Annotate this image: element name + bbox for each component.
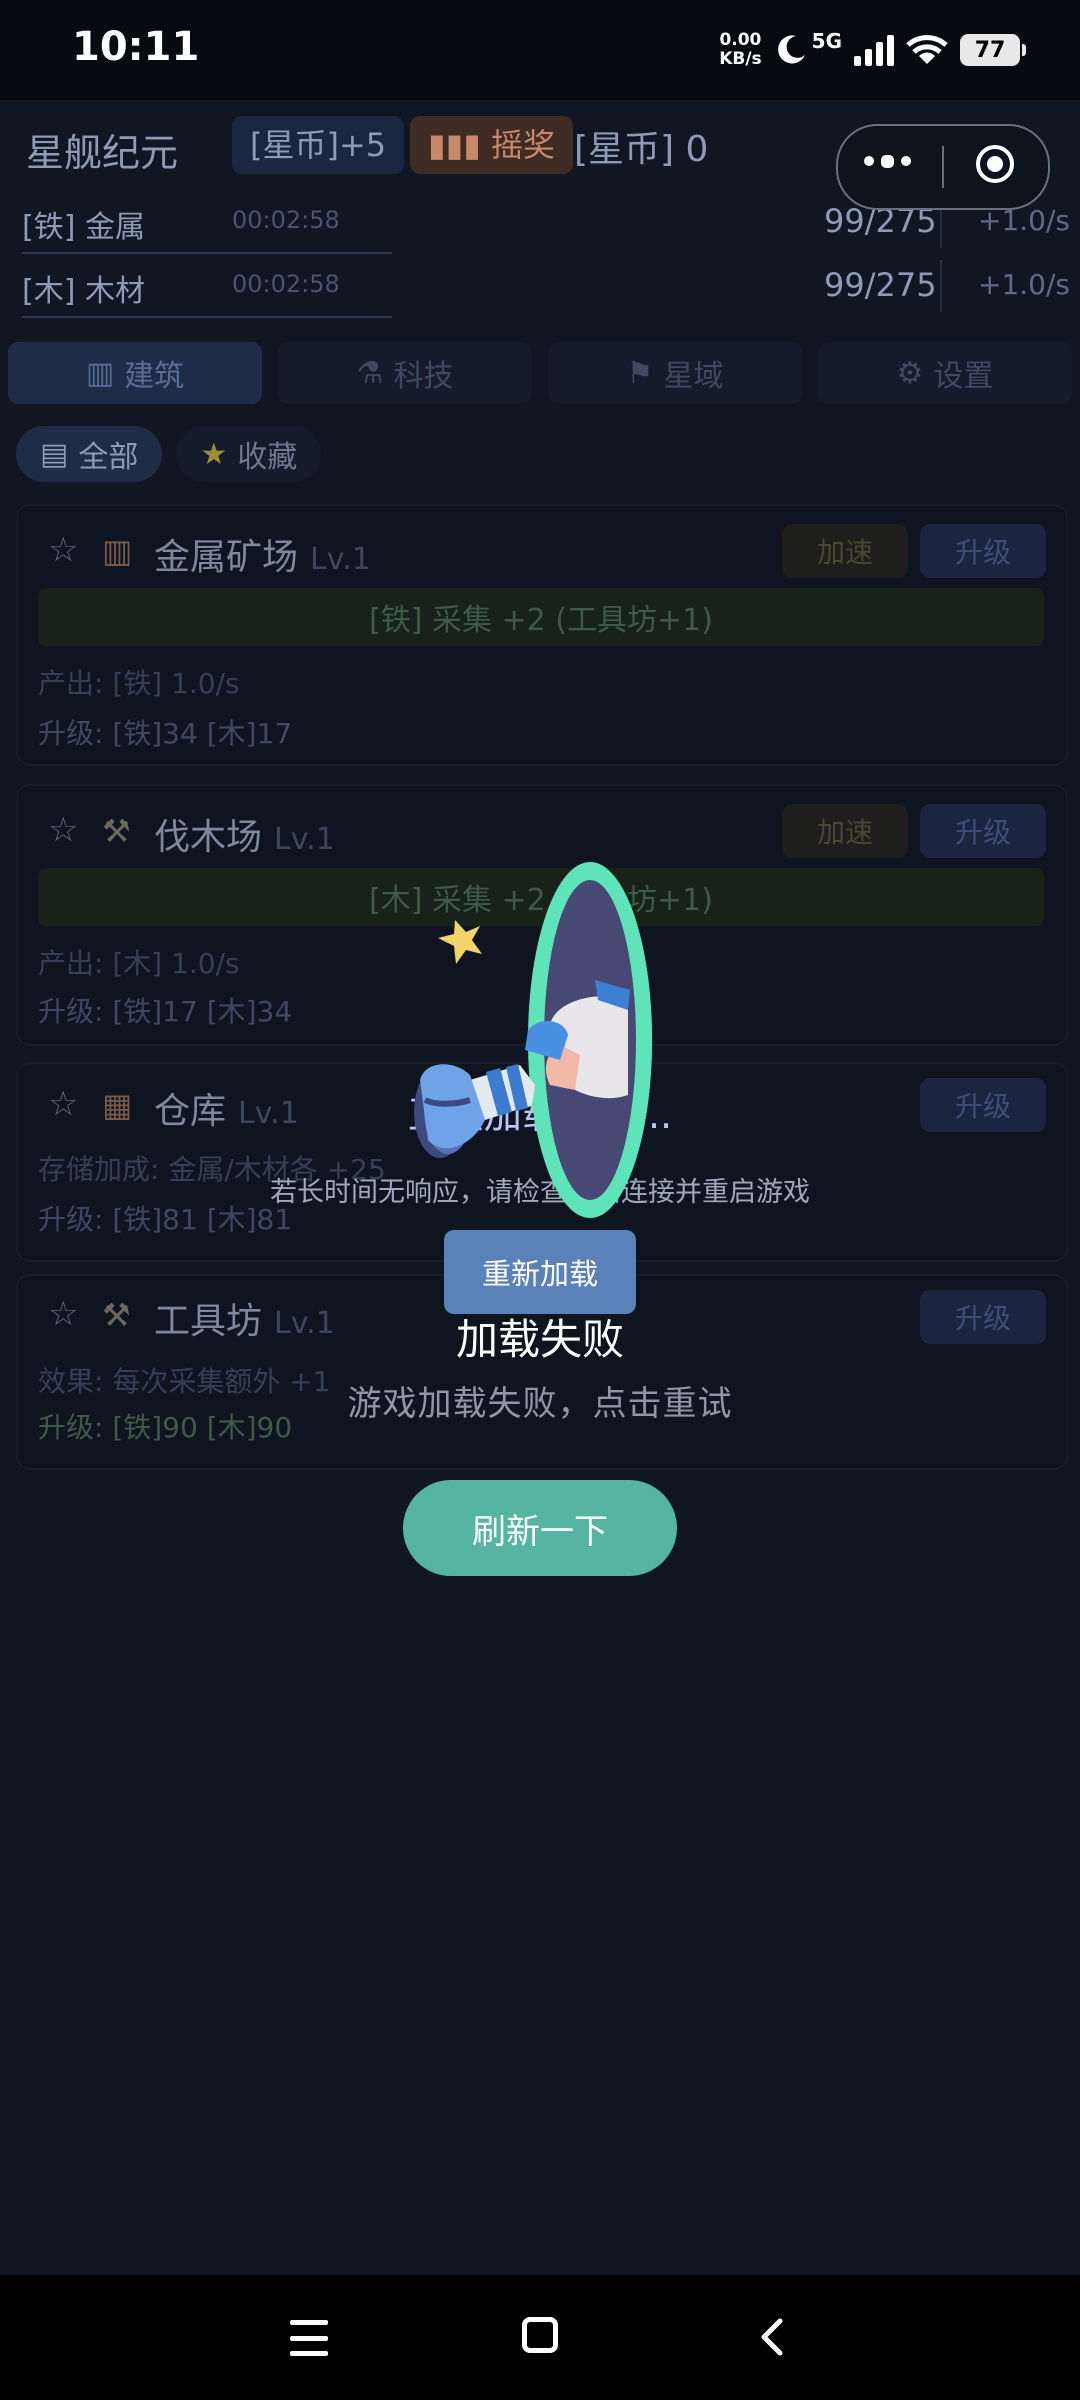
building-output: 产出: [铁] 1.0/s — [38, 667, 240, 700]
gear-icon: ⚙ — [896, 355, 924, 391]
building-upgrade-cost: 升级: [铁]34 [木]17 — [38, 717, 293, 750]
tab-label: 星域 — [663, 359, 724, 394]
building-upgrade-cost: 升级: [铁]17 [木]34 — [38, 995, 293, 1028]
filter-favorites[interactable]: ★ 收藏 — [176, 426, 322, 482]
tab-settings[interactable]: ⚙ 设置 — [818, 342, 1072, 404]
back-icon[interactable] — [756, 2317, 786, 2357]
refresh-button[interactable]: 刷新一下 — [403, 1480, 677, 1576]
building-name-text: 金属矿场 — [154, 537, 299, 578]
mini-program-capsule — [836, 124, 1050, 210]
building-output: 产出: [木] 1.0/s — [38, 947, 240, 980]
coin-chip[interactable]: [星币]+5 — [232, 116, 405, 174]
flask-icon: ⚗ — [356, 355, 384, 391]
tab-label: 科技 — [393, 359, 454, 394]
net-speed: 0.00 KB/s — [719, 31, 761, 69]
building-name: 金属矿场 Lv.1 — [154, 528, 371, 580]
wifi-icon — [906, 35, 948, 64]
building-card-metal-mine: ☆ ▥ 金属矿场 Lv.1 加速 升级 [铁] 采集 +2 (工具坊+1) 产出:… — [16, 504, 1068, 766]
speed-up-button[interactable]: 加速 — [782, 524, 908, 578]
close-target-icon[interactable] — [976, 145, 1014, 183]
lottery-button[interactable]: ▮▮▮ 摇奖 — [410, 116, 574, 174]
system-nav-bar — [0, 2275, 1080, 2400]
resource-timer: 00:02:58 — [232, 206, 340, 234]
collect-button[interactable]: [铁] 采集 +2 (工具坊+1) — [38, 588, 1044, 646]
building-name-text: 伐木场 — [154, 817, 263, 858]
error-title: 加载失败 — [455, 1315, 624, 1364]
filter-label: 全部 — [78, 440, 139, 475]
status-time: 10:11 — [72, 24, 200, 70]
portal-illustration — [414, 862, 652, 1218]
axe-icon: ⚒ — [102, 812, 131, 850]
filter-bar: ▤ 全部 ★ 收藏 — [16, 426, 322, 482]
clipboard-icon: ▤ — [40, 436, 69, 472]
building-level: Lv.1 — [310, 542, 371, 577]
tab-star-domain[interactable]: ⚑ 星域 — [548, 342, 802, 404]
capsule-divider — [942, 146, 944, 188]
favorite-star-icon[interactable]: ☆ — [48, 810, 78, 850]
more-icon[interactable] — [864, 155, 911, 168]
upgrade-button[interactable]: 升级 — [920, 524, 1046, 578]
resource-timer: 00:02:58 — [232, 270, 340, 298]
signal-icon — [854, 34, 894, 66]
resource-name: [木] 木材 — [22, 274, 145, 309]
network-type: 5G — [811, 29, 842, 53]
coin-balance: [星币] 0 — [574, 129, 709, 170]
battery-icon: 77 — [960, 34, 1026, 66]
resource-underline — [22, 252, 392, 254]
resource-divider — [940, 260, 942, 312]
error-description: 游戏加载失败，点击重试 — [347, 1384, 733, 1424]
resource-row-wood: [木] 木材 00:02:58 99/275 +1.0/s — [0, 256, 1080, 318]
game-title: 星舰纪元 — [26, 131, 179, 175]
net-speed-unit: KB/s — [719, 49, 762, 69]
recents-icon[interactable] — [290, 2320, 328, 2356]
tab-tech[interactable]: ⚗ 科技 — [278, 342, 532, 404]
status-icons: 0.00 KB/s 5G 77 — [719, 24, 1026, 76]
building-icon: ▥ — [85, 355, 115, 391]
building-name: 伐木场 Lv.1 — [154, 808, 335, 860]
resource-count: 99/275 — [824, 266, 937, 304]
status-bar: 10:11 0.00 KB/s 5G 77 — [0, 0, 1080, 100]
mine-icon: ▥ — [102, 532, 133, 570]
favorite-star-icon[interactable]: ☆ — [48, 530, 78, 570]
resource-name: [铁] 金属 — [22, 210, 145, 245]
speed-up-button[interactable]: 加速 — [782, 804, 908, 858]
building-level: Lv.1 — [274, 822, 335, 857]
home-icon[interactable] — [522, 2317, 558, 2353]
resource-underline — [22, 316, 392, 318]
net-speed-value: 0.00 — [719, 30, 762, 50]
filter-all[interactable]: ▤ 全部 — [16, 426, 163, 482]
tab-label: 设置 — [933, 359, 994, 394]
tab-buildings[interactable]: ▥ 建筑 — [8, 342, 262, 404]
tab-label: 建筑 — [124, 359, 185, 394]
reload-button[interactable]: 重新加载 — [444, 1230, 636, 1314]
filter-label: 收藏 — [237, 440, 298, 475]
star-icon: ★ — [200, 436, 228, 472]
flag-icon: ⚑ — [626, 355, 654, 391]
resource-rate: +1.0/s — [978, 268, 1071, 301]
main-tabs: ▥ 建筑 ⚗ 科技 ⚑ 星域 ⚙ 设置 — [8, 342, 1072, 404]
moon-icon — [777, 35, 805, 64]
upgrade-button[interactable]: 升级 — [920, 804, 1046, 858]
